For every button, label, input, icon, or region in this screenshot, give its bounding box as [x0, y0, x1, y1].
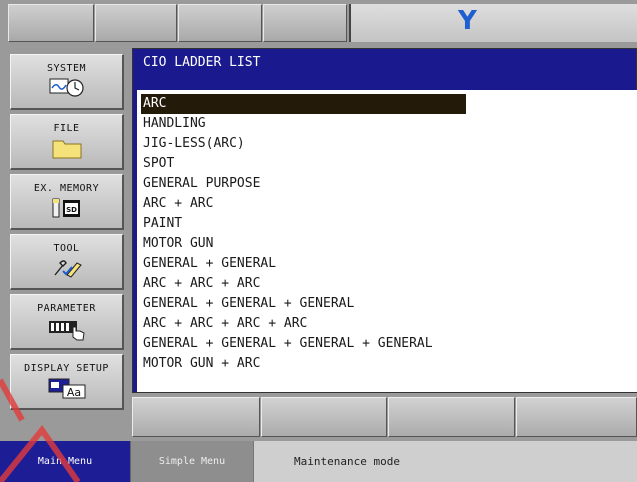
- function-key-2[interactable]: [261, 397, 387, 437]
- parameter-icon: [48, 321, 85, 341]
- function-key-bar: [130, 394, 637, 441]
- mode-status: Maintenance mode: [253, 441, 637, 482]
- page-title: CIO LADDER LIST: [143, 55, 261, 70]
- top-button-1[interactable]: [8, 4, 94, 42]
- sidebar-item-label: PARAMETER: [37, 303, 96, 314]
- sidebar-item-label: SYSTEM: [46, 63, 87, 74]
- top-bar: Y: [0, 0, 637, 46]
- list-item[interactable]: MOTOR GUN: [143, 234, 213, 254]
- svg-text:Aa: Aa: [66, 386, 80, 399]
- list-item[interactable]: MOTOR GUN + ARC: [143, 354, 260, 374]
- folder-icon: [52, 140, 81, 159]
- system-clock-icon: [49, 78, 84, 97]
- list-item[interactable]: GENERAL + GENERAL: [143, 254, 276, 274]
- top-button-3[interactable]: [178, 4, 262, 42]
- sidebar-item-ex-memory[interactable]: EX. MEMORY SD: [10, 174, 124, 230]
- list-item-selected[interactable]: ARC: [141, 94, 466, 114]
- sidebar-item-system[interactable]: SYSTEM: [10, 54, 124, 110]
- function-key-4[interactable]: [516, 397, 637, 437]
- list-item[interactable]: SPOT: [143, 154, 174, 174]
- simple-menu-button[interactable]: Simple Menu: [130, 441, 253, 482]
- sd-card-icon: SD: [52, 198, 80, 218]
- sidebar-item-label: TOOL: [53, 243, 80, 254]
- sidebar-item-label: DISPLAY SETUP: [24, 363, 109, 374]
- tool-icon: [53, 260, 82, 278]
- list-item[interactable]: ARC + ARC: [143, 194, 213, 214]
- sidebar-item-label: FILE: [53, 123, 80, 134]
- sidebar-item-tool[interactable]: TOOL: [10, 234, 124, 290]
- main-menu-button[interactable]: Main Menu: [0, 441, 130, 482]
- display-setup-icon: Aa: [48, 378, 85, 399]
- list-item[interactable]: PAINT: [143, 214, 182, 234]
- svg-text:SD: SD: [66, 206, 77, 214]
- ladder-list: ARC HANDLING JIG-LESS(ARC) SPOT GENERAL …: [137, 90, 637, 392]
- sidebar-item-parameter[interactable]: PARAMETER: [10, 294, 124, 350]
- main-panel: CIO LADDER LIST ARC HANDLING JIG-LESS(AR…: [130, 46, 637, 441]
- top-button-4[interactable]: [263, 4, 347, 42]
- list-item[interactable]: ARC + ARC + ARC: [143, 274, 260, 294]
- list-item[interactable]: ARC + ARC + ARC + ARC: [143, 314, 307, 334]
- yaskawa-logo: Y: [458, 6, 477, 36]
- sidebar-item-display-setup[interactable]: DISPLAY SETUP Aa: [10, 354, 124, 410]
- list-item[interactable]: HANDLING: [143, 114, 206, 134]
- top-button-2[interactable]: [95, 4, 177, 42]
- function-key-1[interactable]: [132, 397, 260, 437]
- list-item[interactable]: JIG-LESS(ARC): [143, 134, 245, 154]
- sidebar: SYSTEM FILE EX. MEMORY SD TOOL PARAMETER…: [0, 46, 130, 441]
- logo-area: Y: [349, 4, 637, 42]
- list-item[interactable]: GENERAL PURPOSE: [143, 174, 260, 194]
- sidebar-item-file[interactable]: FILE: [10, 114, 124, 170]
- list-item[interactable]: GENERAL + GENERAL + GENERAL + GENERAL: [143, 334, 433, 354]
- bottom-status-bar: Main Menu Simple Menu Maintenance mode: [0, 441, 637, 482]
- list-item[interactable]: GENERAL + GENERAL + GENERAL: [143, 294, 354, 314]
- cio-ladder-screen: CIO LADDER LIST ARC HANDLING JIG-LESS(AR…: [132, 48, 637, 393]
- sidebar-item-label: EX. MEMORY: [33, 183, 100, 194]
- function-key-3[interactable]: [388, 397, 515, 437]
